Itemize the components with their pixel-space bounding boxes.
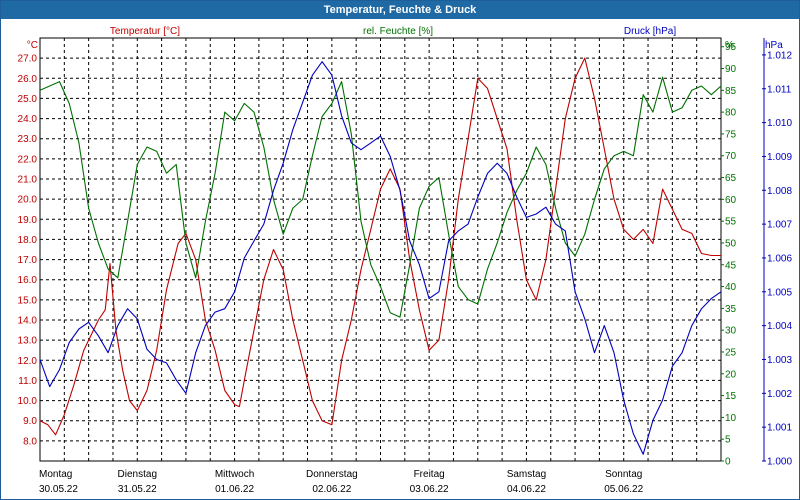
humidity-tick-label: 70 xyxy=(725,151,737,162)
humidity-tick-label: 65 xyxy=(725,173,737,184)
pressure-tick-label: 1.011 xyxy=(767,84,792,95)
humidity-tick-label: 25 xyxy=(725,347,737,358)
day-label: Freitag xyxy=(414,469,445,480)
pressure-tick-label: 1.006 xyxy=(767,253,792,264)
humidity-tick-label: 80 xyxy=(725,108,737,119)
humidity-tick-label: 45 xyxy=(725,260,737,271)
humidity-tick-label: 5 xyxy=(725,435,731,446)
humidity-tick-label: 60 xyxy=(725,195,737,206)
temperature-tick-label: 11.0 xyxy=(18,376,37,387)
pressure-tick-label: 1.003 xyxy=(767,355,792,366)
day-label: Mittwoch xyxy=(215,469,254,480)
chart-canvas: 8.0 9.0 10.0 11.0 12.0 13.0 14.0 15.0 16.0 17.0 18… xyxy=(18,26,793,495)
series-label-humidity: rel. Feuchte [%] xyxy=(363,26,433,37)
left-axis-unit: °C xyxy=(27,40,38,51)
pressure-tick-label: 1.005 xyxy=(767,287,792,298)
date-label: 02.06.22 xyxy=(312,484,351,495)
pressure-tick-label: 1.012 xyxy=(767,50,792,61)
temperature-tick-label: 17.0 xyxy=(18,255,38,266)
temperature-tick-label: 15.0 xyxy=(18,295,38,306)
humidity-tick-label: 30 xyxy=(725,326,737,337)
pressure-tick-label: 1.009 xyxy=(767,152,792,163)
day-label: Sonntag xyxy=(605,469,642,480)
pressure-tick-label: 1.010 xyxy=(767,118,792,129)
date-label: 05.06.22 xyxy=(604,484,643,495)
series-line-pressure xyxy=(39,61,722,455)
temperature-tick-label: 23.0 xyxy=(18,134,38,145)
series-line-humidity xyxy=(39,76,722,318)
temperature-tick-label: 25.0 xyxy=(18,94,38,105)
humidity-tick-label: 85 xyxy=(725,86,737,97)
temperature-tick-label: 18.0 xyxy=(18,235,38,246)
temperature-tick-label: 10.0 xyxy=(18,396,38,407)
date-label: 01.06.22 xyxy=(215,484,254,495)
temperature-tick-label: 8.0 xyxy=(23,436,37,447)
humidity-tick-label: 75 xyxy=(725,129,737,140)
temperature-tick-label: 14.0 xyxy=(18,316,38,327)
temperature-tick-label: 26.0 xyxy=(18,74,38,85)
day-label: Samstag xyxy=(507,469,546,480)
pressure-tick-label: 1.001 xyxy=(767,423,792,434)
humidity-tick-label: 35 xyxy=(725,304,737,315)
day-label: Dienstag xyxy=(118,469,157,480)
pressure-tick-label: 1.007 xyxy=(767,220,792,231)
humidity-tick-label: 15 xyxy=(725,391,737,402)
date-label: 30.05.22 xyxy=(39,484,78,495)
temperature-tick-label: 24.0 xyxy=(18,114,38,125)
temperature-tick-label: 9.0 xyxy=(23,416,37,427)
pressure-tick-label: 1.004 xyxy=(767,321,792,332)
temperature-tick-label: 27.0 xyxy=(18,54,38,65)
pressure-tick-label: 1.002 xyxy=(767,389,792,400)
date-label: 03.06.22 xyxy=(410,484,449,495)
right-axis-unit: hPa xyxy=(765,40,783,51)
series-label-pressure: Druck [hPa] xyxy=(624,26,676,37)
temperature-tick-label: 19.0 xyxy=(18,215,38,226)
humidity-tick-label: 10 xyxy=(725,413,737,424)
humidity-tick-label: 20 xyxy=(725,369,737,380)
temperature-tick-label: 20.0 xyxy=(18,195,38,206)
humidity-tick-label: 90 xyxy=(725,64,737,75)
series-label-temperature: Temperatur [°C] xyxy=(110,26,180,37)
mid-axis-unit: % xyxy=(725,40,734,51)
humidity-tick-label: 0 xyxy=(725,457,731,468)
temperature-tick-label: 13.0 xyxy=(18,336,38,347)
date-label: 31.05.22 xyxy=(118,484,157,495)
day-label: Donnerstag xyxy=(306,469,358,480)
temperature-tick-label: 21.0 xyxy=(18,175,38,186)
pressure-tick-label: 1.008 xyxy=(767,186,792,197)
pressure-tick-label: 1.000 xyxy=(767,457,792,468)
day-label: Montag xyxy=(39,469,72,480)
date-label: 04.06.22 xyxy=(507,484,546,495)
humidity-tick-label: 40 xyxy=(725,282,737,293)
temperature-tick-label: 16.0 xyxy=(18,275,38,286)
humidity-tick-label: 50 xyxy=(725,238,737,249)
temperature-tick-label: 22.0 xyxy=(18,154,38,165)
humidity-tick-label: 55 xyxy=(725,217,737,228)
temperature-tick-label: 12.0 xyxy=(18,356,38,367)
